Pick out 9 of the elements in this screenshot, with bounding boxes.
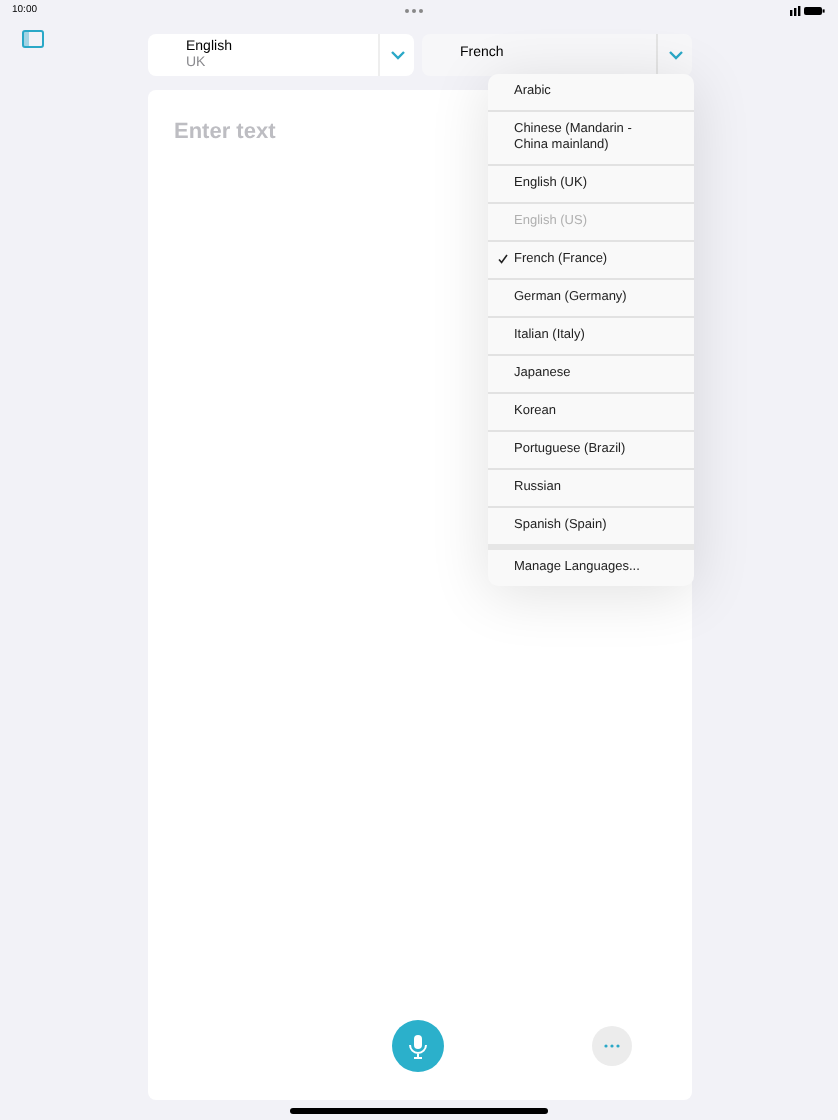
more-dots-icon — [403, 7, 424, 13]
microphone-button[interactable] — [392, 1020, 444, 1072]
chevron-down-icon — [667, 50, 683, 60]
microphone-icon — [408, 1033, 428, 1059]
chevron-down-icon — [389, 50, 405, 60]
battery-icon — [789, 5, 826, 15]
sidebar-icon[interactable] — [22, 30, 44, 48]
text-input[interactable]: Enter text — [174, 116, 474, 149]
more-button[interactable] — [592, 1026, 632, 1066]
